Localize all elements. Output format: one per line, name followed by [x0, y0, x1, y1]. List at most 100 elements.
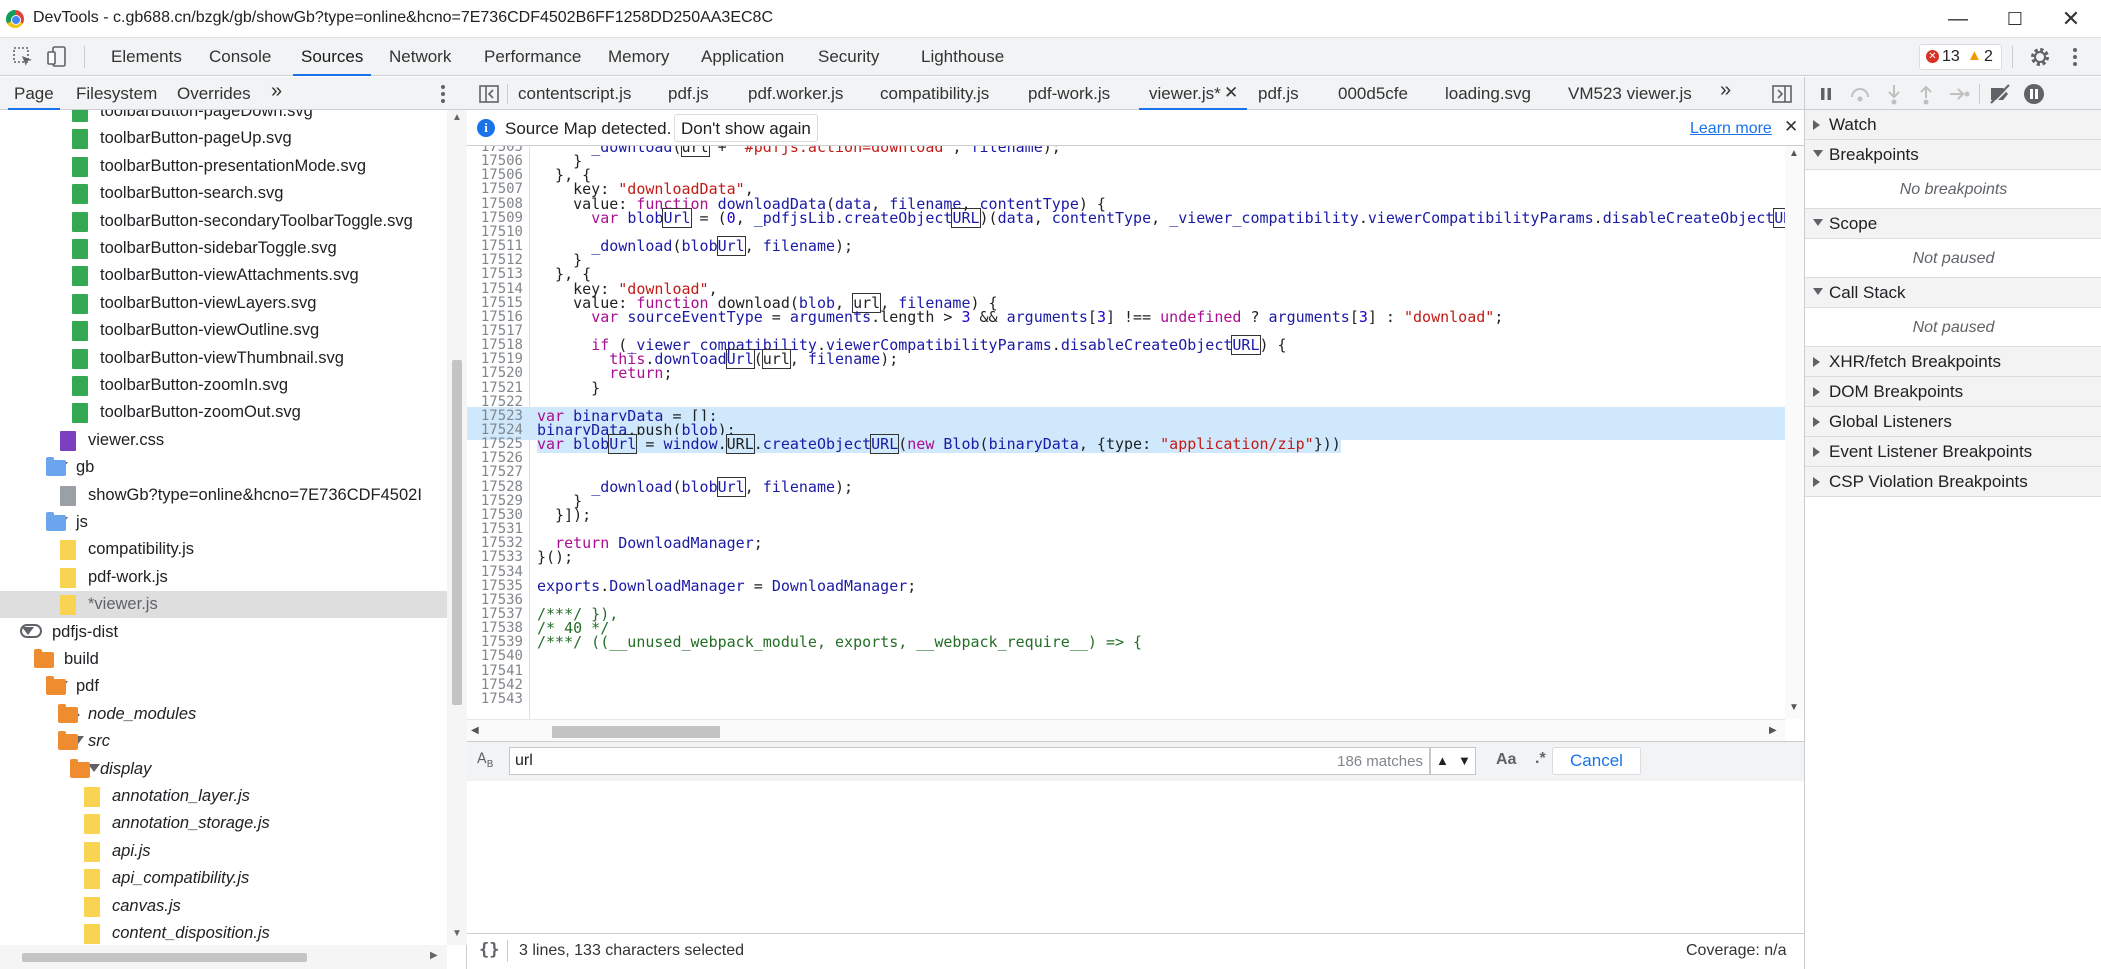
- minimize-icon[interactable]: —: [1943, 6, 1973, 32]
- navigator-vertical-scrollbar[interactable]: ▲ ▼: [447, 110, 467, 945]
- tree-folder[interactable]: node_modules: [0, 701, 447, 728]
- tree-file[interactable]: toolbarButton-pageUp.svg: [0, 125, 447, 152]
- tree-folder[interactable]: pdf: [0, 673, 447, 700]
- navigator-menu-icon[interactable]: [438, 83, 448, 105]
- line-number[interactable]: 17543: [467, 691, 523, 707]
- file-tab-viewer[interactable]: viewer.js*: [1139, 84, 1247, 110]
- tree-folder[interactable]: display: [0, 756, 447, 783]
- more-vertical-icon[interactable]: [2070, 45, 2080, 69]
- tree-file[interactable]: canvas.js: [0, 893, 447, 920]
- section-breakpoints[interactable]: Breakpoints: [1805, 140, 2101, 170]
- tree-file[interactable]: toolbarButton-zoomOut.svg: [0, 399, 447, 426]
- more-tabs-icon[interactable]: »: [271, 80, 282, 103]
- section-watch[interactable]: Watch: [1805, 110, 2101, 140]
- section-xhr-fetch-breakpoints[interactable]: XHR/fetch Breakpoints: [1805, 347, 2101, 377]
- tree-folder[interactable]: js: [0, 509, 447, 536]
- cancel-search-button[interactable]: Cancel: [1552, 747, 1641, 775]
- tab-performance[interactable]: Performance: [484, 47, 581, 67]
- tree-folder[interactable]: pdfjs-dist: [0, 619, 447, 646]
- tree-folder[interactable]: build: [0, 646, 447, 673]
- tree-file[interactable]: api_compatibility.js: [0, 865, 447, 892]
- tab-elements[interactable]: Elements: [111, 47, 182, 67]
- tab-lighthouse[interactable]: Lighthouse: [921, 47, 1004, 67]
- tab-network[interactable]: Network: [389, 47, 451, 67]
- tree-file[interactable]: showGb?type=online&hcno=7E736CDF4502I: [0, 482, 447, 509]
- tab-application[interactable]: Application: [701, 47, 784, 67]
- pretty-print-button[interactable]: {}: [479, 940, 499, 960]
- pause-on-exceptions-icon[interactable]: [2023, 83, 2045, 105]
- tree-folder[interactable]: gb: [0, 454, 447, 481]
- close-infobar-icon[interactable]: ✕: [1784, 117, 1798, 137]
- navigator-horizontal-scrollbar[interactable]: ▶: [0, 945, 447, 969]
- tab-security[interactable]: Security: [818, 47, 879, 67]
- tree-file[interactable]: toolbarButton-pageDown.svg: [0, 110, 447, 125]
- maximize-icon[interactable]: ☐: [2000, 6, 2030, 32]
- tab-page[interactable]: Page: [8, 84, 60, 110]
- regex-button[interactable]: .*: [1535, 750, 1546, 768]
- section-csp-violation-breakpoints[interactable]: CSP Violation Breakpoints: [1805, 467, 2101, 497]
- section-call-stack[interactable]: Call Stack: [1805, 278, 2101, 308]
- toggle-navigator-icon[interactable]: [479, 85, 499, 103]
- file-tab-pdf-2[interactable]: pdf.js: [1258, 84, 1299, 104]
- dont-show-again-button[interactable]: Don't show again: [674, 114, 818, 142]
- tree-file[interactable]: annotation_storage.js: [0, 810, 447, 837]
- tree-file[interactable]: annotation_layer.js: [0, 783, 447, 810]
- deactivate-breakpoints-icon[interactable]: [1988, 83, 2012, 105]
- search-input-box[interactable]: url 186 matches: [509, 747, 1430, 775]
- file-tab-contentscript[interactable]: contentscript.js: [518, 84, 631, 104]
- device-toolbar-icon[interactable]: [46, 45, 68, 69]
- tree-file[interactable]: toolbarButton-viewLayers.svg: [0, 290, 447, 317]
- tree-file[interactable]: pdf-work.js: [0, 564, 447, 591]
- code-line[interactable]: 17543: [467, 690, 1785, 709]
- tree-file[interactable]: *viewer.js: [0, 591, 447, 619]
- file-tab-loading-svg[interactable]: loading.svg: [1445, 84, 1531, 104]
- tree-file[interactable]: content_disposition.js: [0, 920, 447, 945]
- replace-toggle-icon[interactable]: AB: [477, 751, 493, 770]
- tree-file[interactable]: toolbarButton-viewAttachments.svg: [0, 262, 447, 289]
- code-hscroll-thumb[interactable]: [552, 726, 720, 738]
- next-match-icon[interactable]: ▼: [1458, 753, 1471, 768]
- learn-more-link[interactable]: Learn more: [1690, 120, 1772, 138]
- section-dom-breakpoints[interactable]: DOM Breakpoints: [1805, 377, 2101, 407]
- file-tab-vm523-viewer[interactable]: VM523 viewer.js: [1568, 84, 1692, 104]
- section-event-listener-breakpoints[interactable]: Event Listener Breakpoints: [1805, 437, 2101, 467]
- tree-file[interactable]: compatibility.js: [0, 536, 447, 563]
- file-tab-pdf[interactable]: pdf.js: [668, 84, 709, 104]
- code-view[interactable]: 17505 _download(url + "#pdfjs.action=dow…: [467, 146, 1785, 719]
- step-over-icon[interactable]: [1849, 85, 1871, 103]
- match-case-button[interactable]: Aa: [1496, 751, 1516, 769]
- pause-script-icon[interactable]: [1818, 86, 1834, 102]
- tab-filesystem[interactable]: Filesystem: [76, 84, 157, 104]
- section-global-listeners[interactable]: Global Listeners: [1805, 407, 2101, 437]
- inspect-element-icon[interactable]: [12, 46, 34, 68]
- tree-file[interactable]: toolbarButton-zoomIn.svg: [0, 372, 447, 399]
- previous-match-icon[interactable]: ▲: [1436, 753, 1449, 768]
- more-file-tabs-icon[interactable]: »: [1720, 79, 1731, 102]
- tree-file[interactable]: toolbarButton-viewOutline.svg: [0, 317, 447, 344]
- code-vertical-scrollbar[interactable]: ▲ ▼: [1785, 146, 1804, 788]
- step-out-icon[interactable]: [1917, 83, 1935, 105]
- tab-memory[interactable]: Memory: [608, 47, 669, 67]
- file-tab-pdf-worker[interactable]: pdf.worker.js: [748, 84, 843, 104]
- tree-file[interactable]: api.js: [0, 838, 447, 865]
- tab-console[interactable]: Console: [209, 47, 271, 67]
- tree-folder[interactable]: src: [0, 728, 447, 755]
- step-into-icon[interactable]: [1885, 83, 1903, 105]
- toggle-debugger-icon[interactable]: [1772, 85, 1792, 103]
- file-tab-compatibility[interactable]: compatibility.js: [880, 84, 989, 104]
- step-icon[interactable]: [1948, 85, 1970, 103]
- code-horizontal-scrollbar[interactable]: ◀ ▶: [467, 719, 1785, 741]
- gear-icon[interactable]: [2028, 45, 2052, 69]
- tree-file[interactable]: toolbarButton-secondaryToolbarToggle.svg: [0, 208, 447, 235]
- file-tab-000d5cfe[interactable]: 000d5cfe: [1338, 84, 1408, 104]
- search-input[interactable]: url: [515, 752, 533, 770]
- tab-sources[interactable]: Sources: [292, 47, 372, 76]
- tree-file[interactable]: viewer.css: [0, 427, 447, 454]
- tree-file[interactable]: toolbarButton-search.svg: [0, 180, 447, 207]
- tab-overrides[interactable]: Overrides: [177, 84, 251, 104]
- section-scope[interactable]: Scope: [1805, 209, 2101, 239]
- close-tab-icon[interactable]: ✕: [1224, 83, 1238, 103]
- tree-file[interactable]: toolbarButton-presentationMode.svg: [0, 153, 447, 180]
- issues-counter[interactable]: ✕ 13 ▲ 2: [1919, 44, 2002, 70]
- tree-file[interactable]: toolbarButton-viewThumbnail.svg: [0, 345, 447, 372]
